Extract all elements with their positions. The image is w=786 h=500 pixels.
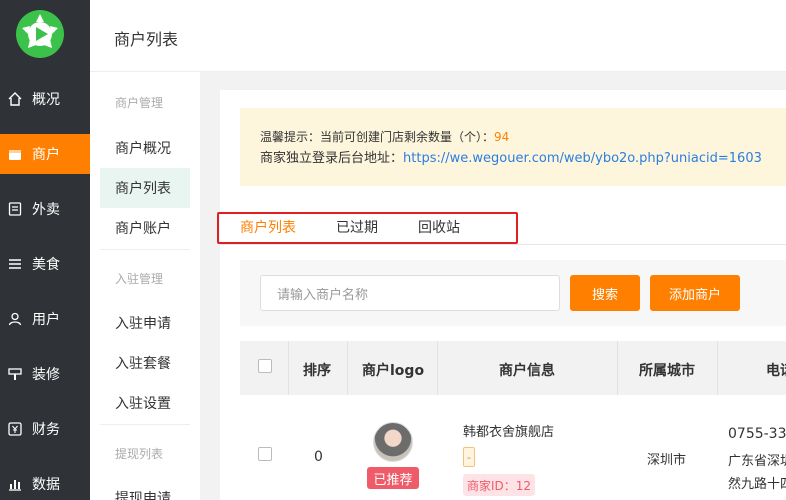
add-merchant-button[interactable]: 添加商户 bbox=[650, 275, 740, 311]
sub-item-label: 商户概况 bbox=[115, 141, 171, 157]
sub-sidebar: 商户管理 商户概况 商户列表 商户账户 入驻管理 入驻申请 入驻套餐 入驻设置 … bbox=[90, 72, 200, 500]
highlight-box bbox=[217, 212, 518, 244]
header-logo: 商户logo bbox=[362, 363, 425, 379]
nav-item-label: 用户 bbox=[32, 312, 60, 328]
tabs-divider bbox=[220, 244, 786, 245]
login-url-link[interactable]: https://we.wegouer.com/web/ybo2o.php?uni… bbox=[403, 151, 762, 166]
merchant-phone: 0755-3300 bbox=[728, 426, 786, 442]
notice-remaining-label: 温馨提示：当前可创建门店剩余数量（个）： bbox=[260, 130, 495, 144]
column-divider bbox=[617, 341, 618, 395]
sub-item-label: 入驻套餐 bbox=[115, 356, 171, 372]
recommended-badge: 已推荐 bbox=[367, 467, 419, 489]
nav-item-overview[interactable]: 概况 bbox=[0, 79, 90, 119]
nav-item-users[interactable]: 用户 bbox=[0, 299, 90, 339]
column-divider bbox=[288, 341, 289, 395]
chart-icon bbox=[6, 475, 24, 493]
header-sort: 排序 bbox=[303, 363, 331, 379]
page-title: 商户列表 bbox=[114, 30, 179, 49]
merchant-city: 深圳市 bbox=[647, 453, 687, 468]
sub-item-merchant-list[interactable]: 商户列表 bbox=[100, 168, 190, 208]
sub-group-settle: 入驻管理 bbox=[115, 272, 164, 286]
sub-group-withdraw: 提现列表 bbox=[115, 447, 164, 461]
notice-remaining: 温馨提示：当前可创建门店剩余数量（个）：94 bbox=[260, 128, 509, 145]
merchant-address-line2: 然九路十四 bbox=[728, 477, 786, 492]
header-info: 商户信息 bbox=[499, 363, 555, 379]
sub-item-settle-apply[interactable]: 入驻申请 bbox=[100, 303, 190, 343]
sub-group-merchant: 商户管理 bbox=[115, 96, 164, 110]
page-header: 商户列表 bbox=[90, 0, 786, 72]
nav-item-label: 外卖 bbox=[32, 202, 60, 218]
column-divider bbox=[347, 341, 348, 395]
menu-icon bbox=[6, 255, 24, 273]
notice-login-url: 商家独立登录后台地址：https://we.wegouer.com/web/yb… bbox=[260, 147, 762, 166]
sub-item-label: 商户列表 bbox=[115, 181, 171, 197]
nav-item-label: 数据 bbox=[32, 477, 60, 493]
sub-item-withdraw-apply[interactable]: 提现申请 bbox=[100, 478, 190, 500]
nav-item-finance[interactable]: 财务 bbox=[0, 409, 90, 449]
sub-item-label: 入驻设置 bbox=[115, 396, 171, 412]
home-icon bbox=[6, 90, 24, 108]
merchant-name: 韩都衣舍旗舰店 bbox=[463, 425, 555, 440]
sub-item-settle-settings[interactable]: 入驻设置 bbox=[100, 383, 190, 423]
nav-item-decorate[interactable]: 装修 bbox=[0, 354, 90, 394]
main-sidebar: 概况 商户 外卖 美食 用户 装修 财务 数据 bbox=[0, 0, 90, 500]
sub-item-merchant-account[interactable]: 商户账户 bbox=[100, 208, 190, 248]
search-button[interactable]: 搜索 bbox=[570, 275, 640, 311]
nav-item-data[interactable]: 数据 bbox=[0, 464, 90, 500]
nav-item-label: 美食 bbox=[32, 257, 60, 273]
divider bbox=[100, 424, 190, 425]
nav-item-label: 商户 bbox=[32, 147, 60, 163]
nav-item-food[interactable]: 美食 bbox=[0, 244, 90, 284]
yen-icon bbox=[6, 420, 24, 438]
sub-item-label: 商户账户 bbox=[115, 221, 171, 237]
column-divider bbox=[717, 341, 718, 395]
column-divider bbox=[437, 341, 438, 395]
sub-item-label: 入驻申请 bbox=[115, 316, 171, 332]
merchant-id-badge: 商家ID：12 bbox=[463, 474, 535, 496]
sub-item-settle-package[interactable]: 入驻套餐 bbox=[100, 343, 190, 383]
row-sort: 0 bbox=[314, 449, 323, 465]
merchant-address-line1: 广东省深圳 bbox=[728, 454, 786, 469]
nav-item-takeout[interactable]: 外卖 bbox=[0, 189, 90, 229]
header-city: 所属城市 bbox=[639, 363, 695, 379]
brush-icon bbox=[6, 365, 24, 383]
sub-item-merchant-overview[interactable]: 商户概况 bbox=[100, 128, 190, 168]
notice-box: 温馨提示：当前可创建门店剩余数量（个）：94 商家独立登录后台地址：https:… bbox=[240, 108, 786, 186]
nav-item-label: 概况 bbox=[32, 92, 60, 108]
nav-item-label: 装修 bbox=[32, 367, 60, 383]
document-icon bbox=[6, 200, 24, 218]
divider bbox=[100, 249, 190, 250]
merchant-logo-avatar bbox=[373, 422, 413, 462]
store-icon bbox=[6, 145, 24, 163]
notice-login-label: 商家独立登录后台地址： bbox=[260, 151, 404, 166]
merchant-tag: - bbox=[463, 447, 475, 467]
row-checkbox[interactable] bbox=[258, 447, 272, 461]
header-phone: 电话 bbox=[766, 363, 786, 379]
select-all-checkbox[interactable] bbox=[258, 359, 272, 373]
nav-item-label: 财务 bbox=[32, 422, 60, 438]
nav-item-merchant[interactable]: 商户 bbox=[0, 134, 90, 174]
user-icon bbox=[6, 310, 24, 328]
merchant-search-input[interactable]: 请输入商户名称 bbox=[260, 275, 560, 311]
notice-remaining-count: 94 bbox=[494, 130, 510, 144]
app-logo-icon[interactable] bbox=[14, 8, 66, 60]
sub-item-label: 提现申请 bbox=[115, 491, 171, 500]
